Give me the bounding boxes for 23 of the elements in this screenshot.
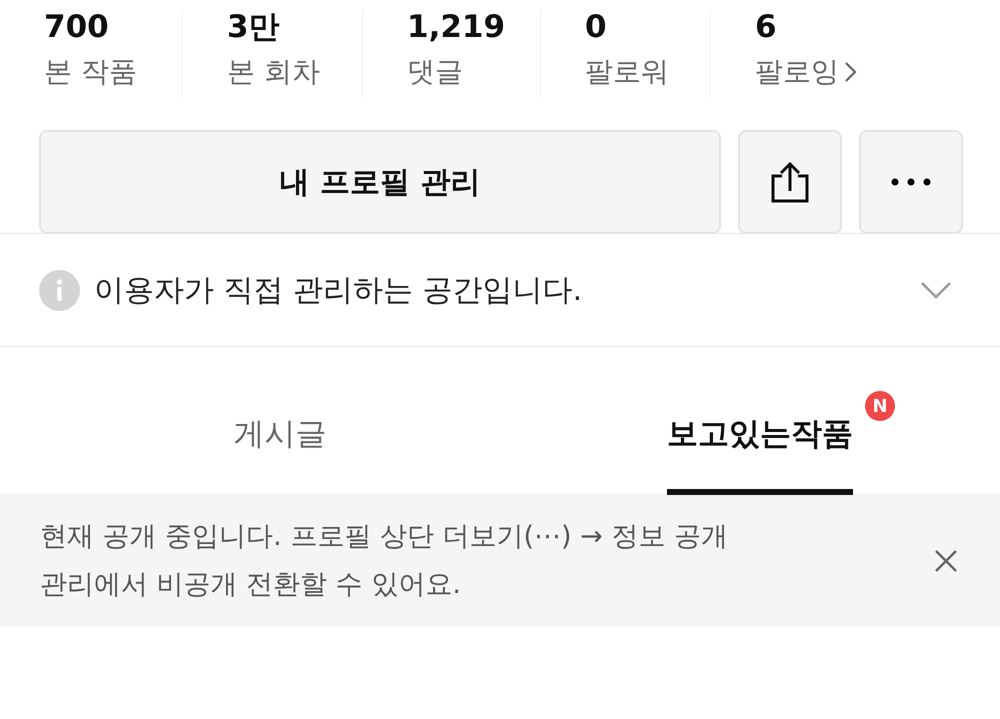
close-icon [934, 548, 958, 572]
following-link[interactable]: 팔로잉 [755, 54, 1000, 90]
chevron-down-icon[interactable] [920, 281, 952, 299]
notice-text: 현재 공개 중입니다. 프로필 상단 더보기(⋯) → 정보 공개 관리에서 비공개 전환할 수 있어요. [40, 520, 729, 602]
profile-manage-button[interactable]: 내 프로필 관리 [39, 130, 721, 234]
info-text: 이용자가 직접 관리하는 공간입니다. [94, 272, 584, 310]
stat-value: 0 [585, 8, 608, 46]
stat-label: 팔로워 [585, 54, 670, 90]
share-icon [771, 161, 809, 203]
stat-label: 본 작품 [44, 54, 138, 90]
stat-value: 6 [755, 8, 778, 46]
chevron-right-icon [843, 61, 857, 83]
more-icon [891, 178, 931, 186]
new-badge: N [865, 391, 895, 421]
stat-value: 1,219 [407, 8, 506, 46]
tab[interactable]: 게시글 [234, 383, 326, 495]
stat-value: 700 [44, 8, 110, 46]
close-button[interactable] [934, 548, 958, 572]
stat-label: 댓글 [407, 54, 464, 90]
stat-label: 본 회차 [227, 54, 321, 90]
share-button[interactable] [738, 130, 842, 234]
stat-value: 3만 [227, 8, 281, 46]
info-icon [39, 270, 80, 310]
